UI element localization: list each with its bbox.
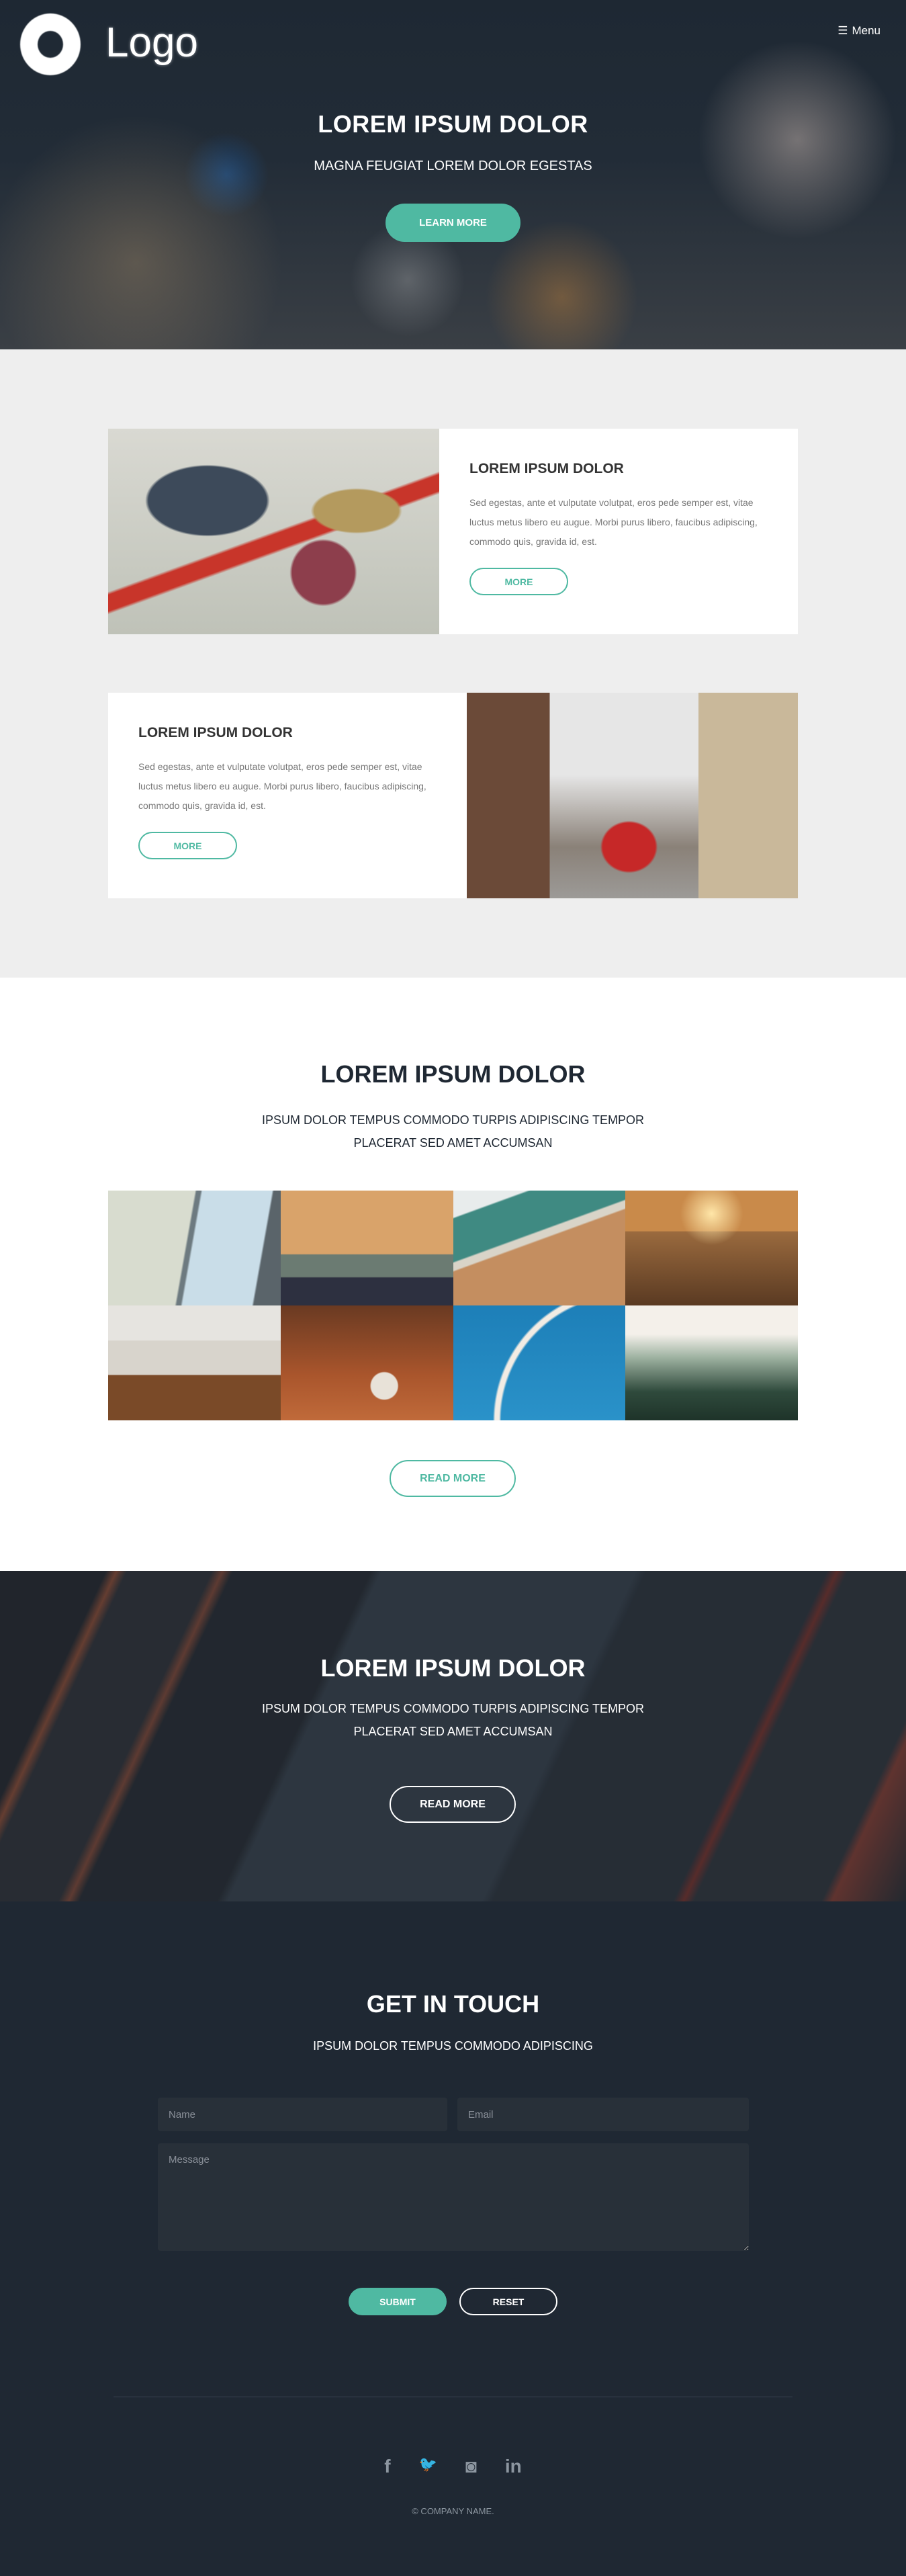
- feature-text: Sed egestas, ante et vulputate volutpat,…: [469, 497, 758, 547]
- copyright: © COMPANY NAME.: [412, 2506, 494, 2516]
- beach-waves-image[interactable]: [453, 1191, 626, 1305]
- twitter-icon[interactable]: 🐦: [419, 2456, 437, 2477]
- foggy-forest-image[interactable]: [625, 1305, 798, 1420]
- logo-icon[interactable]: [20, 13, 81, 75]
- feature-title: LOREM IPSUM DOLOR: [138, 725, 293, 740]
- feature-card: LOREM IPSUM DOLOR Sed egestas, ante et v…: [108, 693, 798, 898]
- hamburger-icon: ☰: [837, 24, 848, 37]
- feature-text: Sed egestas, ante et vulputate volutpat,…: [138, 761, 426, 811]
- features-section: LOREM IPSUM DOLOR Sed egestas, ante et v…: [0, 349, 906, 978]
- image-grid: [108, 1191, 798, 1420]
- cafe-mugs-image[interactable]: [280, 1305, 453, 1420]
- dining-table-image[interactable]: [108, 1305, 281, 1420]
- subtitle-line: PLACERAT SED AMET ACCUMSAN: [353, 1136, 553, 1150]
- hero-section: Logo ☰ Menu LOREM IPSUM DOLOR MAGNA FEUG…: [0, 0, 906, 349]
- message-textarea[interactable]: [158, 2143, 749, 2251]
- contact-title: GET IN TOUCH: [366, 1990, 540, 2018]
- linkedin-icon[interactable]: in: [505, 2456, 522, 2477]
- more-button[interactable]: MORE: [138, 832, 237, 859]
- submit-button[interactable]: SUBMIT: [349, 2288, 447, 2315]
- surfboard-beach-image[interactable]: [625, 1191, 798, 1305]
- banner-title: LOREM IPSUM DOLOR: [320, 1654, 586, 1682]
- feature-card: LOREM IPSUM DOLOR Sed egestas, ante et v…: [108, 429, 798, 634]
- read-more-button[interactable]: READ MORE: [390, 1460, 516, 1497]
- more-button[interactable]: MORE: [469, 568, 568, 595]
- padlocks-image: [108, 429, 439, 634]
- sail-image[interactable]: [108, 1191, 281, 1305]
- subtitle-line: IPSUM DOLOR TEMPUS COMMODO TURPIS ADIPIS…: [261, 1113, 645, 1127]
- read-more-button[interactable]: READ MORE: [390, 1786, 516, 1823]
- menu-button[interactable]: ☰ Menu: [837, 24, 880, 38]
- gallery-title: LOREM IPSUM DOLOR: [320, 1060, 586, 1088]
- gallery-subtitle: IPSUM DOLOR TEMPUS COMMODO TURPIS ADIPIS…: [0, 1109, 906, 1154]
- hero-title: LOREM IPSUM DOLOR: [318, 110, 588, 138]
- name-input[interactable]: [158, 2098, 447, 2131]
- facebook-icon[interactable]: f: [384, 2456, 390, 2477]
- gallery-section: LOREM IPSUM DOLOR IPSUM DOLOR TEMPUS COM…: [0, 978, 906, 1571]
- ferris-wheel-image[interactable]: [453, 1305, 626, 1420]
- feature-title: LOREM IPSUM DOLOR: [469, 461, 624, 476]
- banner-subtitle: IPSUM DOLOR TEMPUS COMMODO TURPIS ADIPIS…: [0, 1697, 906, 1743]
- reset-button[interactable]: RESET: [459, 2288, 557, 2315]
- social-links: f 🐦 ◙ in: [0, 2456, 906, 2477]
- subtitle-line: PLACERAT SED AMET ACCUMSAN: [353, 1725, 553, 1738]
- hero-subtitle: MAGNA FEUGIAT LOREM DOLOR EGESTAS: [314, 159, 592, 173]
- subtitle-line: IPSUM DOLOR TEMPUS COMMODO TURPIS ADIPIS…: [261, 1702, 645, 1715]
- banner-section: LOREM IPSUM DOLOR IPSUM DOLOR TEMPUS COM…: [0, 1571, 906, 1901]
- tram-image: [467, 693, 798, 898]
- email-input[interactable]: [457, 2098, 749, 2131]
- menu-label: Menu: [852, 24, 880, 37]
- contact-subtitle: IPSUM DOLOR TEMPUS COMMODO ADIPISCING: [313, 2039, 593, 2053]
- contact-section: GET IN TOUCH IPSUM DOLOR TEMPUS COMMODO …: [0, 1901, 906, 2576]
- instagram-icon[interactable]: ◙: [465, 2456, 477, 2477]
- lifeguard-tower-image[interactable]: [280, 1191, 453, 1305]
- logo-text[interactable]: Logo: [105, 19, 198, 67]
- learn-more-button[interactable]: LEARN MORE: [386, 204, 520, 242]
